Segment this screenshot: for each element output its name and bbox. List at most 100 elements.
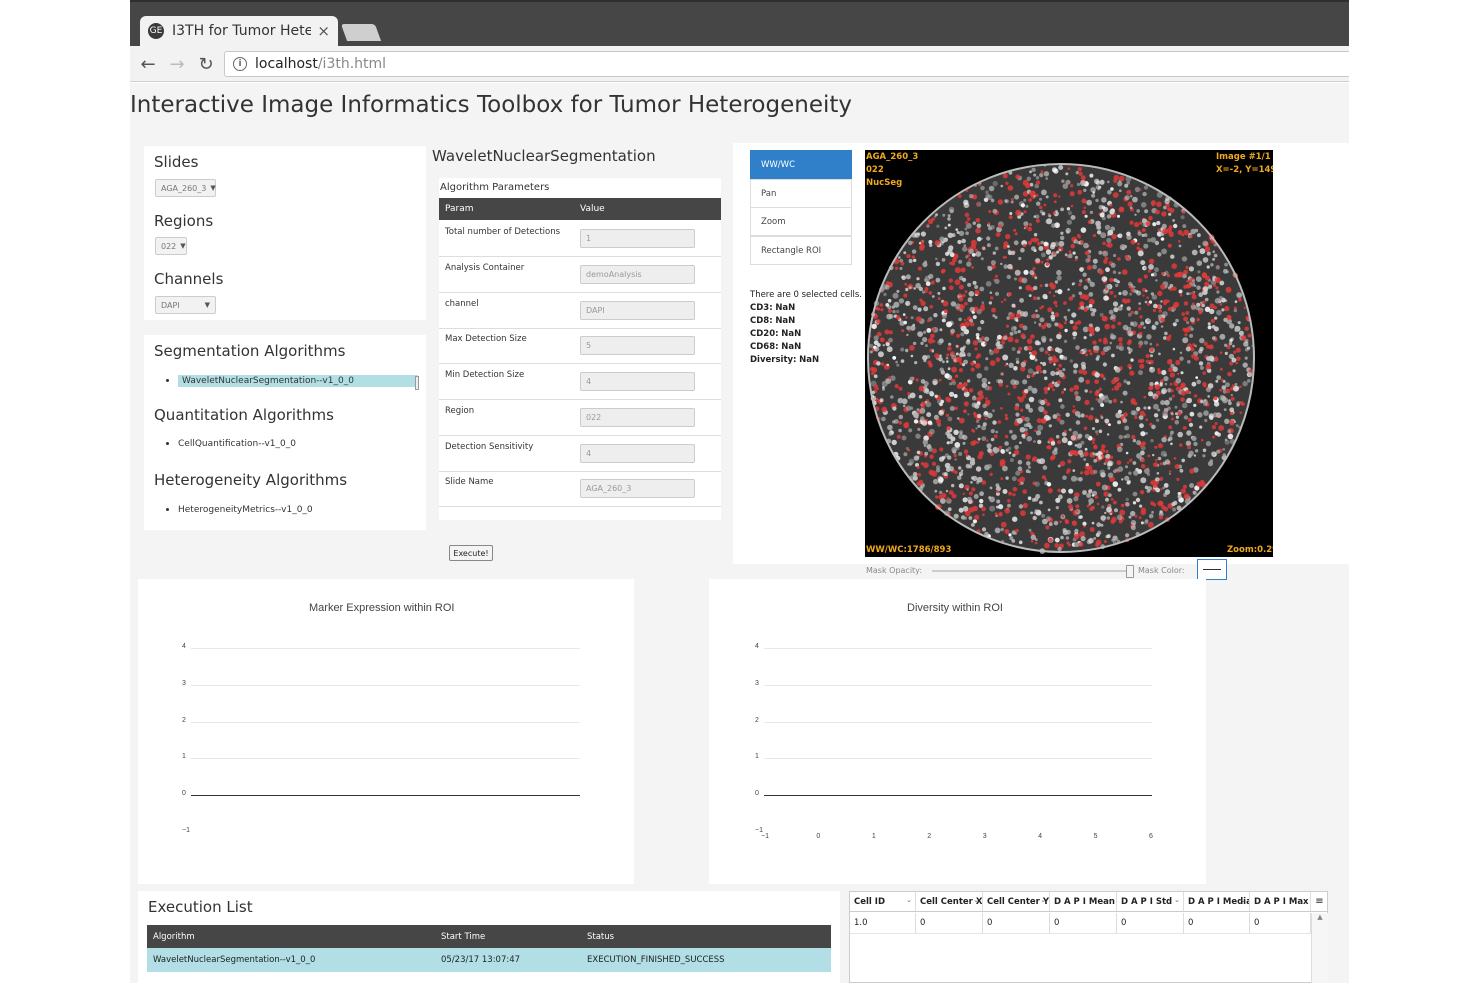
grid-menu-icon[interactable]: ≡ [1311,892,1328,912]
gridline [191,648,580,649]
x-tick-label: 0 [816,833,821,840]
mask-opacity-slider[interactable] [932,570,1132,572]
chevron-down-icon[interactable]: ⌄ [1240,896,1246,904]
marker-stat-label: CD68: [750,342,779,352]
marker-stat-value: NaN [799,355,820,365]
param-column-header: Param [445,204,474,214]
marker-chart-title: Marker Expression within ROI [309,602,455,614]
segmentation-algorithm-label: WaveletNuclearSegmentation--v1_0_0 [178,375,418,387]
execution-list-title: Execution List [148,898,253,916]
gridline [191,684,580,686]
y-tick-label: 2 [755,716,759,724]
new-tab-button[interactable] [340,24,382,41]
x-tick-label: −1 [761,833,769,840]
param-row: Total number of Detections 1 [439,221,721,257]
heterogeneity-algorithm-item[interactable]: HeterogeneityMetrics--v1_0_0 [166,505,313,515]
grid-column-header[interactable]: Cell Center X ⌄ [916,892,983,912]
grid-cell[interactable]: 0 [1050,913,1117,934]
grid-column-header[interactable]: D A P I Median⌄ [1184,892,1250,912]
selectors-panel [144,146,426,320]
chevron-down-icon[interactable]: ⌄ [1107,896,1113,904]
info-icon[interactable]: i [233,57,247,71]
exec-row-status: EXECUTION_FINISHED_SUCCESS [587,955,725,965]
y-tick-label: 3 [755,679,759,687]
parameters-section-title: Algorithm Parameters [440,182,550,193]
grid-cell[interactable]: 0 [983,913,1050,934]
param-value-field[interactable]: demoAnalysis [580,264,695,284]
chevron-down-icon[interactable]: ⌄ [973,896,979,904]
grid-cell[interactable]: 0 [1184,913,1250,934]
url-bar[interactable]: i localhost/i3th.html [224,51,1349,77]
regions-select[interactable]: 022 ▼ [155,237,187,255]
grid-scrollbar[interactable]: ▲ [1311,913,1328,983]
slides-select-value: AGA_260_3 [161,183,207,193]
back-arrow-icon[interactable]: ← [136,52,160,76]
slides-label: Slides [154,153,199,171]
browser-tab-active[interactable]: GE I3TH for Tumor Hete × [140,16,338,46]
zero-line [191,795,580,797]
viewer-layer: NucSeg [866,178,903,188]
tool-button[interactable]: WW/WC [750,150,852,179]
diversity-chart [709,579,1206,884]
marker-stat-label: CD8: [750,316,773,326]
page-title: Interactive Image Informatics Toolbox fo… [130,92,852,118]
param-label: Min Detection Size [445,370,525,380]
param-row: channel DAPI [439,293,721,329]
channels-label: Channels [154,270,224,288]
grid-column-header[interactable]: Cell ID ⌄ [850,892,916,912]
marker-stat-label: CD20: [750,329,779,339]
list-scrollbar[interactable] [415,376,419,390]
value-column-header: Value [580,204,605,214]
grid-column-header[interactable]: D A P I Mean ⌄ [1050,892,1117,912]
execution-table-header: Algorithm Start Time Status [147,925,831,948]
heterogeneity-title: Heterogeneity Algorithms [154,471,348,489]
param-label: Max Detection Size [445,334,527,345]
tool-button[interactable]: Pan [750,178,852,208]
exec-col-status: Status [587,932,615,942]
param-label: channel [445,298,479,309]
chevron-down-icon[interactable]: ⌄ [1040,896,1046,904]
channels-select[interactable]: DAPI ▼ [155,296,216,314]
image-viewer[interactable]: AGA_260_3 022 NucSeg Image #1/1 X=-2, Y=… [865,150,1273,557]
grid-column-header[interactable]: Cell Center Y ⌄ [983,892,1050,912]
grid-column-header[interactable]: D A P I Max [1250,892,1311,912]
tab-title: I3TH for Tumor Hete [172,23,312,39]
x-tick-label: 1 [871,833,876,840]
mask-color-picker[interactable] [1197,559,1227,580]
chevron-down-icon[interactable]: ⌄ [906,896,912,904]
close-tab-icon[interactable]: × [317,22,330,40]
param-value-field[interactable]: 4 [580,443,695,463]
tool-button[interactable]: Rectangle ROI [750,235,852,265]
param-value-field[interactable]: 022 [580,407,695,427]
param-label: Slide Name [445,477,494,488]
mask-opacity-slider-handle[interactable] [1126,565,1134,578]
grid-cell[interactable]: 0 [1250,913,1311,934]
gridline [191,758,580,760]
mask-opacity-label: Mask Opacity: [866,566,923,575]
param-value-field[interactable]: 4 [580,372,695,391]
x-tick-label: 6 [1149,833,1153,840]
algorithms-panel [144,335,426,530]
grid-cell[interactable]: 0 [916,913,983,934]
param-value-field[interactable]: DAPI [580,300,695,320]
chevron-down-icon[interactable]: ⌄ [1174,896,1180,904]
forward-arrow-icon[interactable]: → [165,52,189,76]
slides-select[interactable]: AGA_260_3 ▼ [155,179,216,197]
tool-button[interactable]: Zoom [750,207,852,236]
execute-button[interactable]: Execute! [449,545,493,561]
table-row[interactable]: WaveletNuclearSegmentation--v1_0_0 05/23… [147,948,831,972]
tissue-image [867,163,1255,554]
param-value-field[interactable]: 1 [580,229,695,248]
reload-icon[interactable]: ↻ [194,52,218,76]
grid-column-header[interactable]: D A P I Std ⌄ [1117,892,1184,912]
grid-cell[interactable]: 1.0 [850,913,916,934]
grid-cell[interactable]: 0 [1117,913,1184,934]
x-tick-label: 5 [1093,833,1098,840]
selected-cells-text: There are 0 selected cells. [750,290,862,300]
param-value-field[interactable]: AGA_260_3 [580,479,695,499]
y-tick-label: 2 [182,716,186,724]
quantitation-algorithm-item[interactable]: CellQuantification--v1_0_0 [166,439,296,449]
segmentation-algorithm-item[interactable]: WaveletNuclearSegmentation--v1_0_0 [166,375,418,387]
marker-stat-label: CD3: [750,303,773,313]
param-value-field[interactable]: 5 [580,336,695,356]
